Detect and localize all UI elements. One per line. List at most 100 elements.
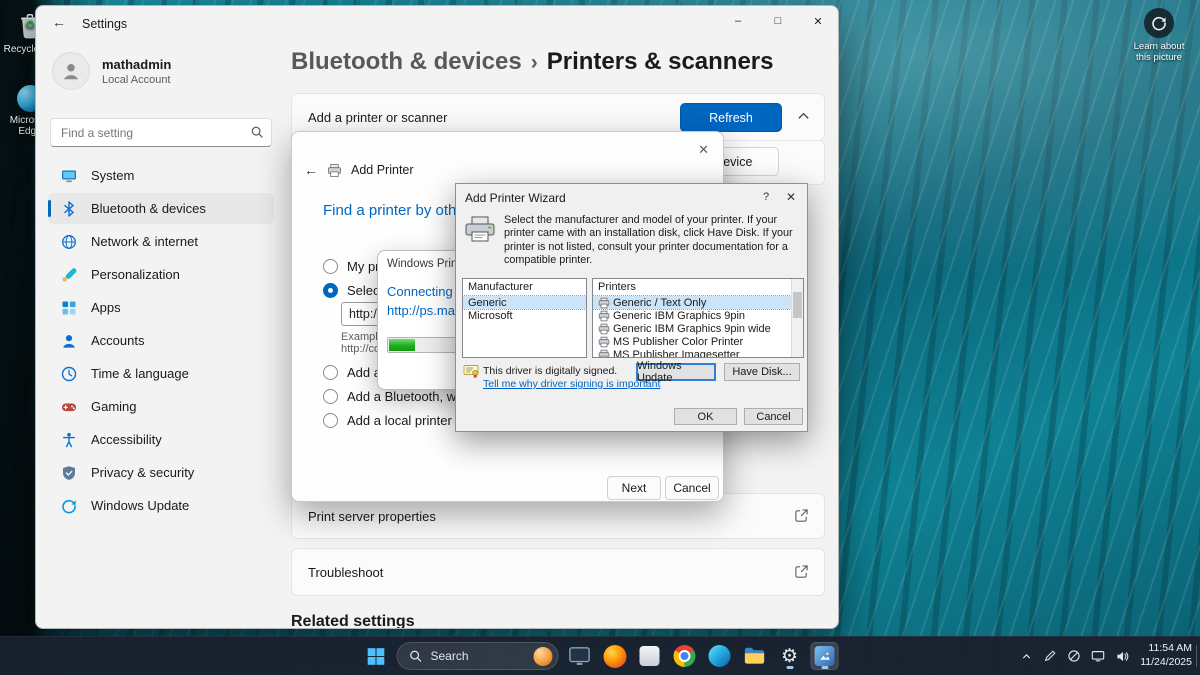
external-link-icon <box>794 508 809 523</box>
sidebar-item-label: Bluetooth & devices <box>91 201 206 216</box>
printers-header: Printers <box>593 279 803 296</box>
sidebar-item-time-language[interactable]: Time & language <box>48 358 274 389</box>
sidebar-item-accessibility[interactable]: Accessibility <box>48 424 274 455</box>
sidebar-item-windows-update[interactable]: Windows Update <box>48 490 274 521</box>
printers-listbox[interactable]: Printers Generic / Text Only Generic IBM… <box>592 278 804 358</box>
troubleshoot-row[interactable]: Troubleshoot <box>291 548 825 596</box>
manufacturer-listbox[interactable]: Manufacturer Generic Microsoft <box>462 278 587 358</box>
tray-volume-icon[interactable] <box>1115 649 1130 664</box>
start-button[interactable] <box>362 642 390 670</box>
accessibility-icon <box>61 432 77 448</box>
external-link-icon <box>794 564 809 579</box>
dialog-title[interactable]: Add Printer Wizard <box>465 191 566 205</box>
clock[interactable]: 11:54 AM 11/24/2025 <box>1140 642 1192 669</box>
printer-item-label: Generic / Text Only <box>613 297 706 309</box>
hidden-icons-chevron[interactable] <box>1020 650 1033 663</box>
radio-icon <box>323 259 338 274</box>
cancel-button[interactable]: Cancel <box>744 408 803 425</box>
radio-icon <box>323 389 338 404</box>
radio-selected-icon <box>323 283 338 298</box>
printer-item-label: Generic IBM Graphics 9pin wide <box>613 323 771 335</box>
manufacturer-item[interactable]: Microsoft <box>463 309 586 322</box>
back-arrow-icon[interactable]: ← <box>304 162 318 178</box>
breadcrumb-parent[interactable]: Bluetooth & devices <box>291 48 522 75</box>
certificate-icon <box>463 364 480 379</box>
system-icon <box>61 168 77 184</box>
sidebar-item-personalization[interactable]: Personalization <box>48 259 274 290</box>
sidebar-item-accounts[interactable]: Accounts <box>48 325 274 356</box>
have-disk-button[interactable]: Have Disk... <box>724 363 800 381</box>
sidebar-item-gaming[interactable]: Gaming <box>48 391 274 422</box>
printer-icon <box>327 163 342 178</box>
taskbar-icon-app[interactable] <box>636 642 664 670</box>
close-icon[interactable]: ✕ <box>698 142 709 158</box>
sidebar-item-bluetooth-devices[interactable]: Bluetooth & devices <box>48 193 274 224</box>
tray-pen-icon[interactable] <box>1043 649 1057 663</box>
manufacturer-item[interactable]: Generic <box>463 296 586 309</box>
ok-button[interactable]: OK <box>674 408 737 425</box>
tray-display-icon[interactable] <box>1091 649 1105 663</box>
manufacturer-label: Microsoft <box>468 310 513 322</box>
taskbar-icon-chrome[interactable] <box>671 642 699 670</box>
taskbar-icon-remote-desktop[interactable] <box>566 642 594 670</box>
add-printer-wizard-dialog: Add Printer Wizard ? ✕ Select the manufa… <box>455 183 808 432</box>
printer-list-item[interactable]: Generic IBM Graphics 9pin wide <box>593 322 803 335</box>
bluetooth-icon <box>61 201 77 217</box>
maximize-button[interactable]: □ <box>758 6 798 36</box>
windows-update-button[interactable]: Windows Update <box>636 363 716 381</box>
globe-icon <box>61 234 77 250</box>
desktop-icon-label: Learn about this picture <box>1126 41 1192 63</box>
sidebar-item-label: Network & internet <box>91 234 198 249</box>
update-icon <box>61 498 77 514</box>
printer-list-item[interactable]: MS Publisher Color Printer <box>593 335 803 348</box>
close-button[interactable]: ✕ <box>798 6 838 36</box>
printer-icon <box>598 323 610 335</box>
sidebar-item-label: Time & language <box>91 366 189 381</box>
search-icon <box>409 649 423 663</box>
desktop: ♻ Recycle Bin Microsoft Edge Learn about… <box>0 0 1200 675</box>
wizard-description: Select the manufacturer and model of you… <box>504 214 800 268</box>
search-input[interactable] <box>50 118 272 147</box>
back-arrow-icon[interactable]: ← <box>52 14 66 30</box>
spotlight-icon <box>1144 8 1174 38</box>
avatar <box>52 52 90 90</box>
user-account-type: Local Account <box>102 74 171 86</box>
cancel-button[interactable]: Cancel <box>665 476 719 500</box>
taskbar-icon-edge[interactable] <box>706 642 734 670</box>
user-profile[interactable]: mathadmin Local Account <box>52 52 171 90</box>
sidebar-item-network-internet[interactable]: Network & internet <box>48 226 274 257</box>
scrollbar-thumb[interactable] <box>793 292 802 318</box>
taskbar-icon-firefox[interactable] <box>601 642 629 670</box>
driver-signing-link[interactable]: Tell me why driver signing is important <box>483 378 660 390</box>
manufacturer-header: Manufacturer <box>463 279 586 296</box>
scrollbar[interactable] <box>791 279 803 357</box>
taskbar-icon-active-window[interactable] <box>811 642 839 670</box>
printer-list-item[interactable]: Generic IBM Graphics 9pin <box>593 309 803 322</box>
related-settings-heading: Related settings <box>291 613 415 629</box>
window-title: Settings <box>82 17 127 31</box>
sidebar-item-label: Apps <box>91 300 121 315</box>
tray-do-not-disturb-icon[interactable] <box>1067 649 1081 663</box>
sidebar-item-system[interactable]: System <box>48 160 274 191</box>
progress-status-line: Connecting t <box>387 284 460 299</box>
manufacturer-label: Generic <box>468 297 507 309</box>
sidebar-item-label: Windows Update <box>91 498 189 513</box>
chevron-up-icon[interactable] <box>796 109 811 124</box>
troubleshoot-label: Troubleshoot <box>308 549 383 595</box>
taskbar-icon-settings[interactable]: ⚙ <box>776 642 804 670</box>
close-button[interactable]: ✕ <box>781 188 801 206</box>
sidebar-item-privacy-security[interactable]: Privacy & security <box>48 457 274 488</box>
taskbar-icon-file-explorer[interactable] <box>741 642 769 670</box>
clock-icon <box>61 366 77 382</box>
desktop-icon-learn-about-picture[interactable]: Learn about this picture <box>1126 8 1192 63</box>
sidebar-item-label: System <box>91 168 134 183</box>
printer-list-item[interactable]: Generic / Text Only <box>593 296 803 309</box>
next-button[interactable]: Next <box>607 476 661 500</box>
help-button[interactable]: ? <box>755 188 777 206</box>
taskbar-search[interactable]: Search <box>397 642 559 670</box>
sidebar-item-apps[interactable]: Apps <box>48 292 274 323</box>
refresh-button[interactable]: Refresh <box>680 103 782 132</box>
show-desktop-button[interactable] <box>1196 645 1200 667</box>
minimize-button[interactable]: – <box>718 6 758 36</box>
printer-list-item[interactable]: MS Publisher Imagesetter <box>593 348 803 358</box>
